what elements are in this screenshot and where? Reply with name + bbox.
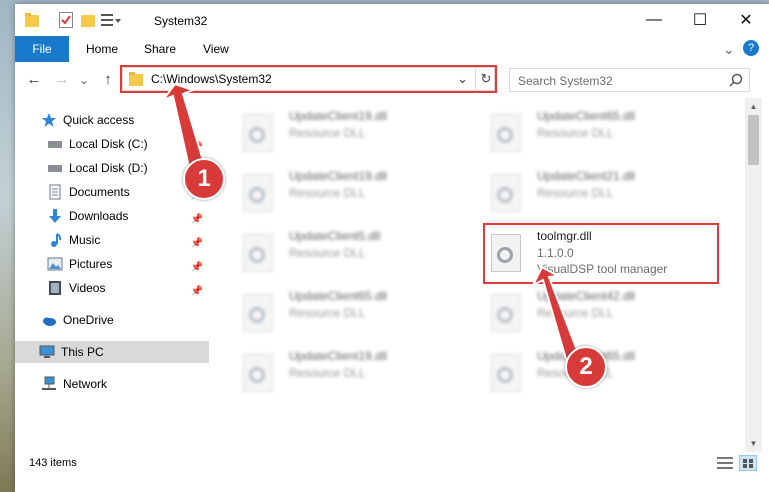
sidebar-item-network[interactable]: Network: [41, 373, 209, 395]
sidebar-item-videos[interactable]: Videos 📌: [47, 277, 209, 299]
pin-icon: 📌: [190, 286, 203, 297]
star-icon: [41, 112, 57, 128]
properties-icon[interactable]: [59, 12, 73, 30]
file-item[interactable]: UpdateClient19.dll Resource DLL: [235, 164, 471, 224]
callout-badge-2: 2: [565, 346, 607, 388]
sidebar-item-quick-access[interactable]: Quick access: [41, 109, 209, 131]
pin-icon: 📌: [190, 214, 203, 225]
network-icon: [41, 376, 57, 392]
search-box[interactable]: Search System32: [509, 68, 750, 92]
ribbon: File Home Share View ⌄ ?: [15, 36, 769, 63]
dll-file-icon: [243, 234, 273, 272]
item-count: 143 items: [29, 457, 77, 469]
tab-share[interactable]: Share: [144, 36, 176, 62]
sidebar-item-downloads[interactable]: Downloads 📌: [47, 205, 209, 227]
explorer-window: System32 — ☐ ✕ File Home Share View ⌄ ? …: [15, 4, 769, 492]
pictures-icon: [47, 256, 63, 272]
tab-view[interactable]: View: [203, 36, 229, 62]
dll-file-icon: [491, 354, 521, 392]
sidebar-item-this-pc[interactable]: This PC: [15, 341, 209, 363]
new-folder-icon[interactable]: [81, 12, 95, 30]
search-input[interactable]: Search System32: [518, 74, 613, 88]
up-button[interactable]: ↑: [97, 70, 119, 90]
scroll-down-icon[interactable]: ▼: [745, 435, 762, 452]
sidebar-item-music[interactable]: Music 📌: [47, 229, 209, 251]
scrollbar-thumb[interactable]: [748, 115, 759, 165]
videos-icon: [47, 280, 63, 296]
window-title: System32: [154, 14, 208, 28]
back-button[interactable]: ←: [23, 70, 45, 90]
file-item[interactable]: UpdateClient5.dll Resource DLL: [235, 224, 471, 284]
drive-icon: [47, 136, 63, 152]
customize-toolbar-icon[interactable]: [101, 12, 121, 30]
drive-icon: [47, 160, 63, 176]
pin-icon: 📌: [190, 262, 203, 273]
address-highlight-box: [120, 65, 497, 93]
dll-file-icon: [243, 354, 273, 392]
dll-file-icon: [491, 174, 521, 212]
pin-icon: 📌: [190, 238, 203, 249]
sidebar-item-pictures[interactable]: Pictures 📌: [47, 253, 209, 275]
folder-icon: [25, 12, 39, 30]
cloud-icon: [41, 312, 57, 328]
tab-file[interactable]: File: [15, 36, 69, 62]
dll-file-icon: [243, 174, 273, 212]
computer-icon: [39, 344, 55, 360]
file-item[interactable]: UpdateClient21.dll Resource DLL: [483, 164, 719, 224]
search-icon[interactable]: [729, 73, 743, 90]
vertical-scrollbar[interactable]: ▲ ▼: [745, 98, 762, 452]
forward-button[interactable]: →: [51, 70, 73, 90]
file-item[interactable]: UpdateClient65.dll Resource DLL: [235, 284, 471, 344]
title-bar: System32 — ☐ ✕: [15, 4, 769, 36]
tiles-view-icon[interactable]: [739, 455, 757, 471]
callout-badge-1: 1: [183, 158, 225, 200]
minimize-button[interactable]: —: [631, 4, 677, 36]
download-icon: [47, 208, 63, 224]
sidebar-item-onedrive[interactable]: OneDrive: [41, 309, 209, 331]
close-button[interactable]: ✕: [723, 4, 769, 36]
dll-file-icon: [243, 294, 273, 332]
dll-file-icon: [243, 114, 273, 152]
maximize-button[interactable]: ☐: [677, 4, 723, 36]
file-highlight-box: [483, 223, 719, 284]
navigation-pane: Quick access Local Disk (C:) 📌 Local Dis…: [15, 98, 212, 452]
address-row: ← → ⌄ ↑ C:\Windows\System32 ⌄ ↻ Search S…: [15, 62, 769, 98]
sidebar-item-local-disk-c[interactable]: Local Disk (C:) 📌: [47, 133, 209, 155]
status-bar: 143 items: [15, 452, 769, 474]
music-icon: [47, 232, 63, 248]
file-item[interactable]: UpdateClient42.dll Resource DLL: [483, 284, 719, 344]
recent-locations-button[interactable]: ⌄: [77, 70, 91, 90]
tab-home[interactable]: Home: [86, 36, 118, 62]
file-item[interactable]: UpdateClient19.dll Resource DLL: [235, 344, 471, 404]
expand-ribbon-icon[interactable]: ⌄: [723, 36, 735, 62]
scroll-up-icon[interactable]: ▲: [745, 98, 762, 115]
file-item[interactable]: UpdateClient19.dll Resource DLL: [235, 104, 471, 164]
pin-icon: 📌: [190, 142, 203, 153]
details-view-icon[interactable]: [717, 456, 733, 473]
help-icon[interactable]: ?: [743, 40, 759, 56]
documents-icon: [47, 184, 63, 200]
dll-file-icon: [491, 114, 521, 152]
file-item[interactable]: UpdateClient65.dll Resource DLL: [483, 104, 719, 164]
dll-file-icon: [491, 294, 521, 332]
